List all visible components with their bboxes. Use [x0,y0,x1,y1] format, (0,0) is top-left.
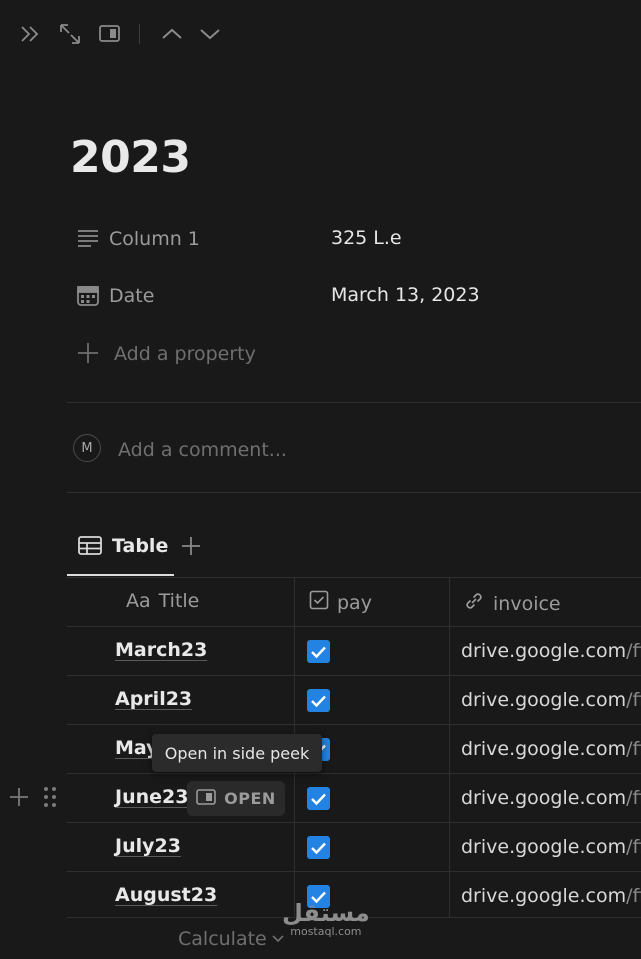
invoice-link[interactable]: drive.google.com/fi [461,885,641,907]
chevron-up-icon[interactable] [160,22,184,46]
row-title[interactable]: June23 [115,786,188,808]
plus-icon [77,342,99,364]
row-title[interactable]: August23 [115,884,217,906]
checkbox-checked[interactable] [307,787,330,810]
checkbox-checked[interactable] [307,689,330,712]
calculate-label: Calculate [178,928,267,950]
table-border [67,577,641,578]
row-divider [67,724,641,725]
side-peek-icon[interactable] [98,22,122,46]
row-title[interactable]: July23 [115,835,181,857]
column-header-invoice[interactable]: invoice [463,590,561,617]
text-type-icon: Aa [126,590,151,612]
row-divider [67,773,641,774]
tab-label: Table [112,535,169,557]
expand-icon[interactable] [58,22,82,46]
row-divider [67,626,641,627]
calendar-icon [77,285,99,307]
tooltip: Open in side peek [152,734,322,772]
tab-table[interactable]: Table [78,535,168,557]
column-header-label: invoice [493,592,561,615]
watermark-latin: mostaql.com [290,925,362,938]
checkbox-icon [309,590,329,615]
row-divider [67,822,641,823]
toolbar-divider [139,24,140,44]
add-property-label: Add a property [114,343,256,365]
add-row-icon[interactable] [8,786,30,808]
add-view-icon[interactable] [180,535,202,557]
page-title[interactable]: 2023 [70,132,191,183]
drag-handle-icon[interactable] [42,786,58,808]
side-peek-icon [196,788,216,810]
open-side-peek-button[interactable]: OPEN [187,781,285,816]
row-title[interactable]: April23 [115,688,192,710]
column-header-pay[interactable]: pay [309,590,372,615]
property-value[interactable]: March 13, 2023 [331,284,480,306]
invoice-link[interactable]: drive.google.com/fi [461,689,641,711]
watermark-arabic: مستقل [282,899,370,927]
column-divider [449,578,450,918]
column-header-title[interactable]: Aa Title [126,590,199,612]
table-icon [78,535,102,557]
invoice-link[interactable]: drive.google.com/fi [461,738,641,760]
row-title[interactable]: March23 [115,639,207,661]
property-label: Date [109,285,155,307]
divider [67,402,641,403]
row-divider [67,871,641,872]
property-value[interactable]: 325 L.e [331,227,402,249]
invoice-link[interactable]: drive.google.com/fi [461,836,641,858]
divider [67,492,641,493]
double-chevron-right-icon[interactable] [18,22,42,46]
watermark: مستقل mostaql.com [282,900,370,938]
tab-active-indicator [67,574,174,576]
checkbox-checked[interactable] [307,640,330,663]
checkbox-checked[interactable] [307,836,330,859]
calculate-button[interactable]: Calculate [178,928,285,950]
invoice-link[interactable]: drive.google.com/fi [461,640,641,662]
chevron-down-icon[interactable] [198,22,222,46]
property-label: Column 1 [109,228,200,250]
comment-input[interactable]: Add a comment... [118,439,287,461]
open-button-label: OPEN [224,789,276,808]
column-header-label: Title [158,590,200,612]
invoice-link[interactable]: drive.google.com/fi [461,787,641,809]
text-lines-icon [77,228,99,250]
row-divider [67,675,641,676]
column-header-label: pay [337,591,372,614]
avatar: M [73,434,101,462]
link-icon [463,590,485,617]
